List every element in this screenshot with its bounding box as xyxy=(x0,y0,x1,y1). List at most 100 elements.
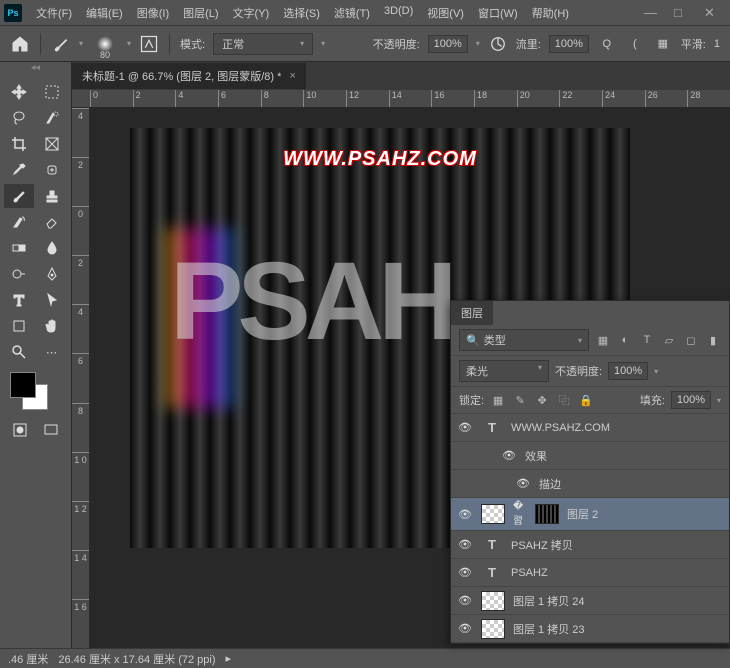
mask-thumbnail[interactable] xyxy=(535,504,559,524)
menu-3d[interactable]: 3D(D) xyxy=(378,2,419,24)
menu-file[interactable]: 文件(F) xyxy=(30,2,78,24)
opacity-dd[interactable]: ▾ xyxy=(654,367,658,376)
lock-artboard-icon[interactable]: ⿻ xyxy=(556,392,572,408)
fill-value[interactable]: 100% xyxy=(671,391,711,409)
shape-tool[interactable] xyxy=(4,314,34,338)
brush-tool-icon[interactable] xyxy=(51,34,71,54)
lasso-tool[interactable] xyxy=(4,106,34,130)
zoom-tool[interactable] xyxy=(4,340,34,364)
lock-position-icon[interactable]: ✥ xyxy=(534,392,550,408)
quick-select-tool[interactable] xyxy=(37,106,67,130)
visibility-toggle[interactable]: 👁 xyxy=(457,508,473,521)
pressure-opacity-icon[interactable] xyxy=(488,34,508,54)
status-arrow-icon[interactable]: ▸ xyxy=(226,652,232,665)
pressure-size-icon[interactable]: ( xyxy=(625,34,645,54)
layers-panel-tab[interactable]: 图层 xyxy=(451,301,493,325)
dodge-tool[interactable] xyxy=(4,262,34,286)
lock-paint-icon[interactable]: ✎ xyxy=(512,392,528,408)
vertical-ruler[interactable]: 42 02 46 81 0 1 21 4 1 6 xyxy=(72,108,90,648)
lock-all-icon[interactable]: 🔒 xyxy=(578,392,594,408)
layer-thumbnail[interactable] xyxy=(481,591,505,611)
document-tab[interactable]: 未标题-1 @ 66.7% (图层 2, 图层蒙版/8) * × xyxy=(72,63,306,89)
smoothing-value[interactable]: 1 xyxy=(714,38,720,50)
visibility-toggle[interactable]: 👁 xyxy=(457,622,473,635)
close-button[interactable]: ✕ xyxy=(704,7,716,19)
visibility-toggle[interactable]: 👁 xyxy=(457,566,473,579)
layer-row[interactable]: 👁 T PSAHZ xyxy=(451,559,729,587)
menu-help[interactable]: 帮助(H) xyxy=(526,2,575,24)
menu-layer[interactable]: 图层(L) xyxy=(177,2,224,24)
fill-dd[interactable]: ▾ xyxy=(717,396,721,405)
visibility-toggle[interactable]: 👁 xyxy=(515,477,531,490)
color-swatches[interactable] xyxy=(0,368,71,414)
pen-tool[interactable] xyxy=(37,262,67,286)
history-brush-tool[interactable] xyxy=(4,210,34,234)
layer-thumbnail[interactable] xyxy=(481,504,505,524)
symmetry-icon[interactable]: ▦ xyxy=(653,34,673,54)
foreground-color[interactable] xyxy=(10,372,36,398)
quick-mask-icon[interactable] xyxy=(6,418,34,442)
brush-size-dropdown[interactable]: ▾ xyxy=(127,39,131,48)
menu-edit[interactable]: 编辑(E) xyxy=(80,2,129,24)
filter-toggle[interactable]: ▮ xyxy=(705,332,721,348)
menu-type[interactable]: 文字(Y) xyxy=(227,2,276,24)
layer-filter-type[interactable]: 🔍 类型 ▾ xyxy=(459,329,589,351)
layer-effect-stroke[interactable]: 👁 描边 xyxy=(451,470,729,498)
status-dimensions[interactable]: 26.46 厘米 x 17.64 厘米 (72 ppi) xyxy=(58,651,215,667)
path-select-tool[interactable] xyxy=(37,288,67,312)
visibility-toggle[interactable]: 👁 xyxy=(457,538,473,551)
menu-window[interactable]: 窗口(W) xyxy=(472,2,524,24)
move-tool[interactable] xyxy=(4,80,34,104)
visibility-toggle[interactable]: 👁 xyxy=(457,594,473,607)
filter-pixel-icon[interactable]: ▦ xyxy=(595,332,611,348)
mode-dropdown-icon[interactable]: ▾ xyxy=(321,39,325,48)
layer-effects-row[interactable]: 👁 效果 xyxy=(451,442,729,470)
mask-link-icon[interactable]: �習 xyxy=(513,501,527,527)
blur-tool[interactable] xyxy=(37,236,67,260)
brush-preview[interactable]: 80 xyxy=(91,30,119,58)
opacity-value[interactable]: 100% xyxy=(428,35,468,53)
brush-tool[interactable] xyxy=(4,184,34,208)
status-zoom[interactable]: .46 厘米 xyxy=(8,651,48,667)
menu-image[interactable]: 图像(I) xyxy=(131,2,175,24)
marquee-tool[interactable] xyxy=(37,80,67,104)
brush-panel-icon[interactable] xyxy=(139,34,159,54)
eraser-tool[interactable] xyxy=(37,210,67,234)
layer-row[interactable]: 👁 T WWW.PSAHZ.COM xyxy=(451,414,729,442)
hand-tool[interactable] xyxy=(37,314,67,338)
toolbox-collapse[interactable]: ◂◂ xyxy=(0,62,71,76)
filter-smart-icon[interactable]: ◻ xyxy=(683,332,699,348)
stamp-tool[interactable] xyxy=(37,184,67,208)
blend-mode-select[interactable]: 正常▾ xyxy=(213,33,313,55)
menu-filter[interactable]: 滤镜(T) xyxy=(328,2,376,24)
layer-row[interactable]: 👁 T PSAHZ 拷贝 xyxy=(451,531,729,559)
visibility-toggle[interactable]: 👁 xyxy=(457,421,473,434)
edit-toolbar[interactable]: ⋯ xyxy=(37,340,67,364)
lock-transparency-icon[interactable]: ▦ xyxy=(490,392,506,408)
healing-tool[interactable] xyxy=(37,158,67,182)
layers-panel[interactable]: 图层 🔍 类型 ▾ ▦ ◐ T ▱ ◻ ▮ 柔光▾ 不透明度: 100% ▾ 锁… xyxy=(450,300,730,644)
type-tool[interactable] xyxy=(4,288,34,312)
menu-select[interactable]: 选择(S) xyxy=(277,2,326,24)
filter-adjust-icon[interactable]: ◐ xyxy=(617,332,633,348)
filter-type-icon[interactable]: T xyxy=(639,332,655,348)
minimize-button[interactable]: — xyxy=(644,7,656,19)
menu-view[interactable]: 视图(V) xyxy=(421,2,470,24)
maximize-button[interactable]: □ xyxy=(674,7,686,19)
home-icon[interactable] xyxy=(10,34,30,54)
horizontal-ruler[interactable]: 02 46 810 1214 1618 2022 2426 28 xyxy=(72,90,730,108)
brush-preset-dropdown[interactable]: ▾ xyxy=(79,39,83,48)
opacity-dropdown[interactable]: ▾ xyxy=(476,39,480,48)
gradient-tool[interactable] xyxy=(4,236,34,260)
layer-row[interactable]: 👁 图层 1 拷贝 23 xyxy=(451,615,729,643)
layer-opacity-value[interactable]: 100% xyxy=(608,362,648,380)
layer-thumbnail[interactable] xyxy=(481,619,505,639)
airbrush-icon[interactable]: Q xyxy=(597,34,617,54)
eyedropper-tool[interactable] xyxy=(4,158,34,182)
tab-close-icon[interactable]: × xyxy=(289,70,295,82)
layer-row[interactable]: 👁 图层 1 拷贝 24 xyxy=(451,587,729,615)
screen-mode-icon[interactable] xyxy=(38,418,66,442)
visibility-toggle[interactable]: 👁 xyxy=(501,449,517,462)
filter-shape-icon[interactable]: ▱ xyxy=(661,332,677,348)
flow-value[interactable]: 100% xyxy=(549,35,589,53)
